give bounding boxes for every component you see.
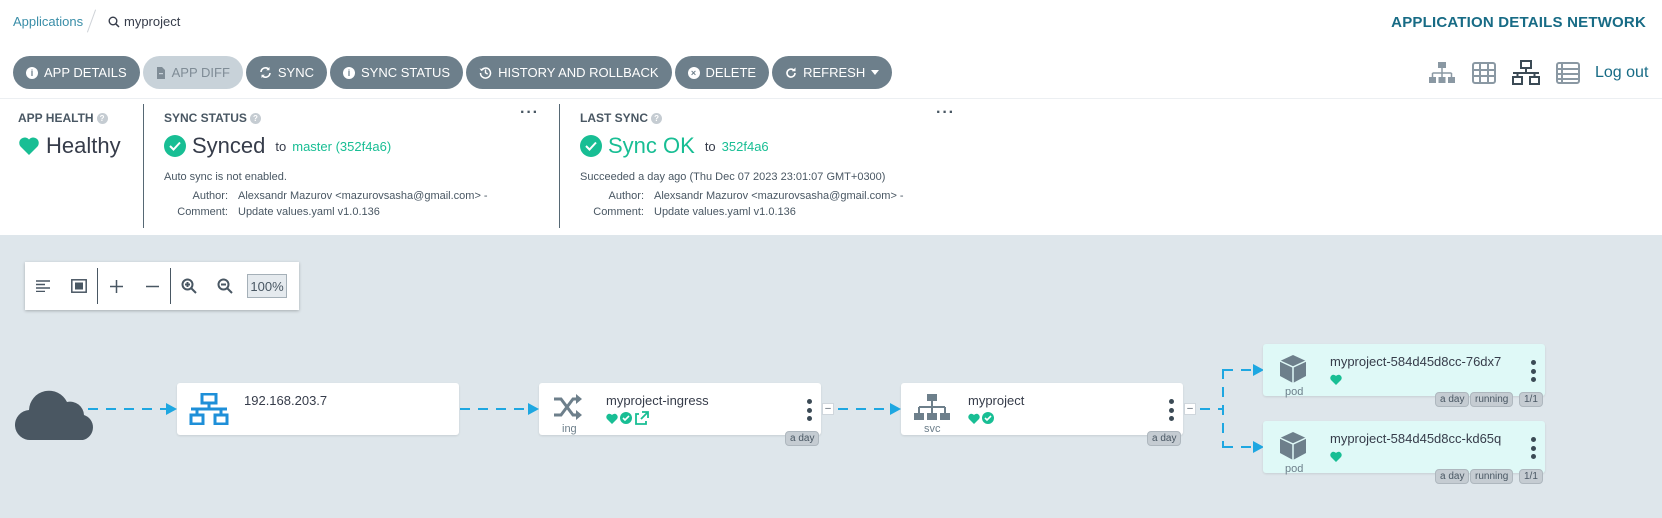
arrow-head (890, 403, 901, 415)
node-ingress-age: a day (785, 431, 820, 446)
node-service-age: a day (1147, 431, 1182, 446)
node-ingress-collapse[interactable]: – (822, 403, 834, 415)
heart-icon (1330, 374, 1342, 385)
arrow-head (528, 403, 539, 415)
node-service-kind: svc (924, 423, 941, 435)
node-pod-kind: pod (1285, 386, 1304, 398)
node-pod-name: myproject-584d45d8cc-76dx7 (1330, 354, 1502, 369)
node-pod[interactable]: pod myproject-584d45d8cc-76dx7 (1263, 344, 1545, 398)
node-ingress-name: myproject-ingress (606, 393, 709, 408)
node-pod-ready: 1/1 (1519, 469, 1543, 484)
node-ingress-menu[interactable] (806, 399, 812, 421)
node-service-status-icons (968, 412, 994, 424)
node-service-collapse[interactable]: – (1184, 403, 1196, 415)
arrow-head (166, 403, 177, 415)
external-link-icon (635, 411, 649, 425)
node-service-menu[interactable] (1168, 399, 1174, 421)
node-pod-age: a day (1435, 469, 1470, 484)
node-ingress[interactable]: ing myproject-ingress a day (539, 383, 821, 446)
node-ingress-status-icons (606, 411, 649, 425)
sitemap-icon (914, 394, 950, 420)
node-pod-ready: 1/1 (1519, 392, 1543, 407)
heart-icon (606, 413, 618, 424)
heart-icon (1330, 451, 1342, 462)
node-pod-name: myproject-584d45d8cc-kd65q (1330, 431, 1502, 446)
node-pod-menu[interactable] (1530, 360, 1536, 382)
node-pod-status: running (1470, 392, 1514, 407)
node-pod-status: running (1470, 469, 1514, 484)
shuffle-icon (554, 394, 582, 420)
node-pod[interactable]: pod myproject-584d45d8cc-kd65q (1263, 421, 1545, 475)
node-ingress-kind: ing (562, 423, 577, 435)
node-pod-age: a day (1435, 392, 1470, 407)
node-service-name: myproject (968, 393, 1025, 408)
network-icon (189, 393, 229, 425)
node-ip-address[interactable]: 192.168.203.7 (177, 383, 459, 435)
cube-icon (1279, 355, 1307, 383)
node-ip-name: 192.168.203.7 (244, 393, 328, 408)
node-pod-kind: pod (1285, 463, 1304, 475)
node-service[interactable]: svc myproject a day (901, 383, 1183, 446)
internet-cloud-icon (15, 390, 93, 441)
node-pod-menu[interactable] (1530, 437, 1536, 459)
heart-icon (968, 413, 980, 424)
cube-icon (1279, 432, 1307, 460)
